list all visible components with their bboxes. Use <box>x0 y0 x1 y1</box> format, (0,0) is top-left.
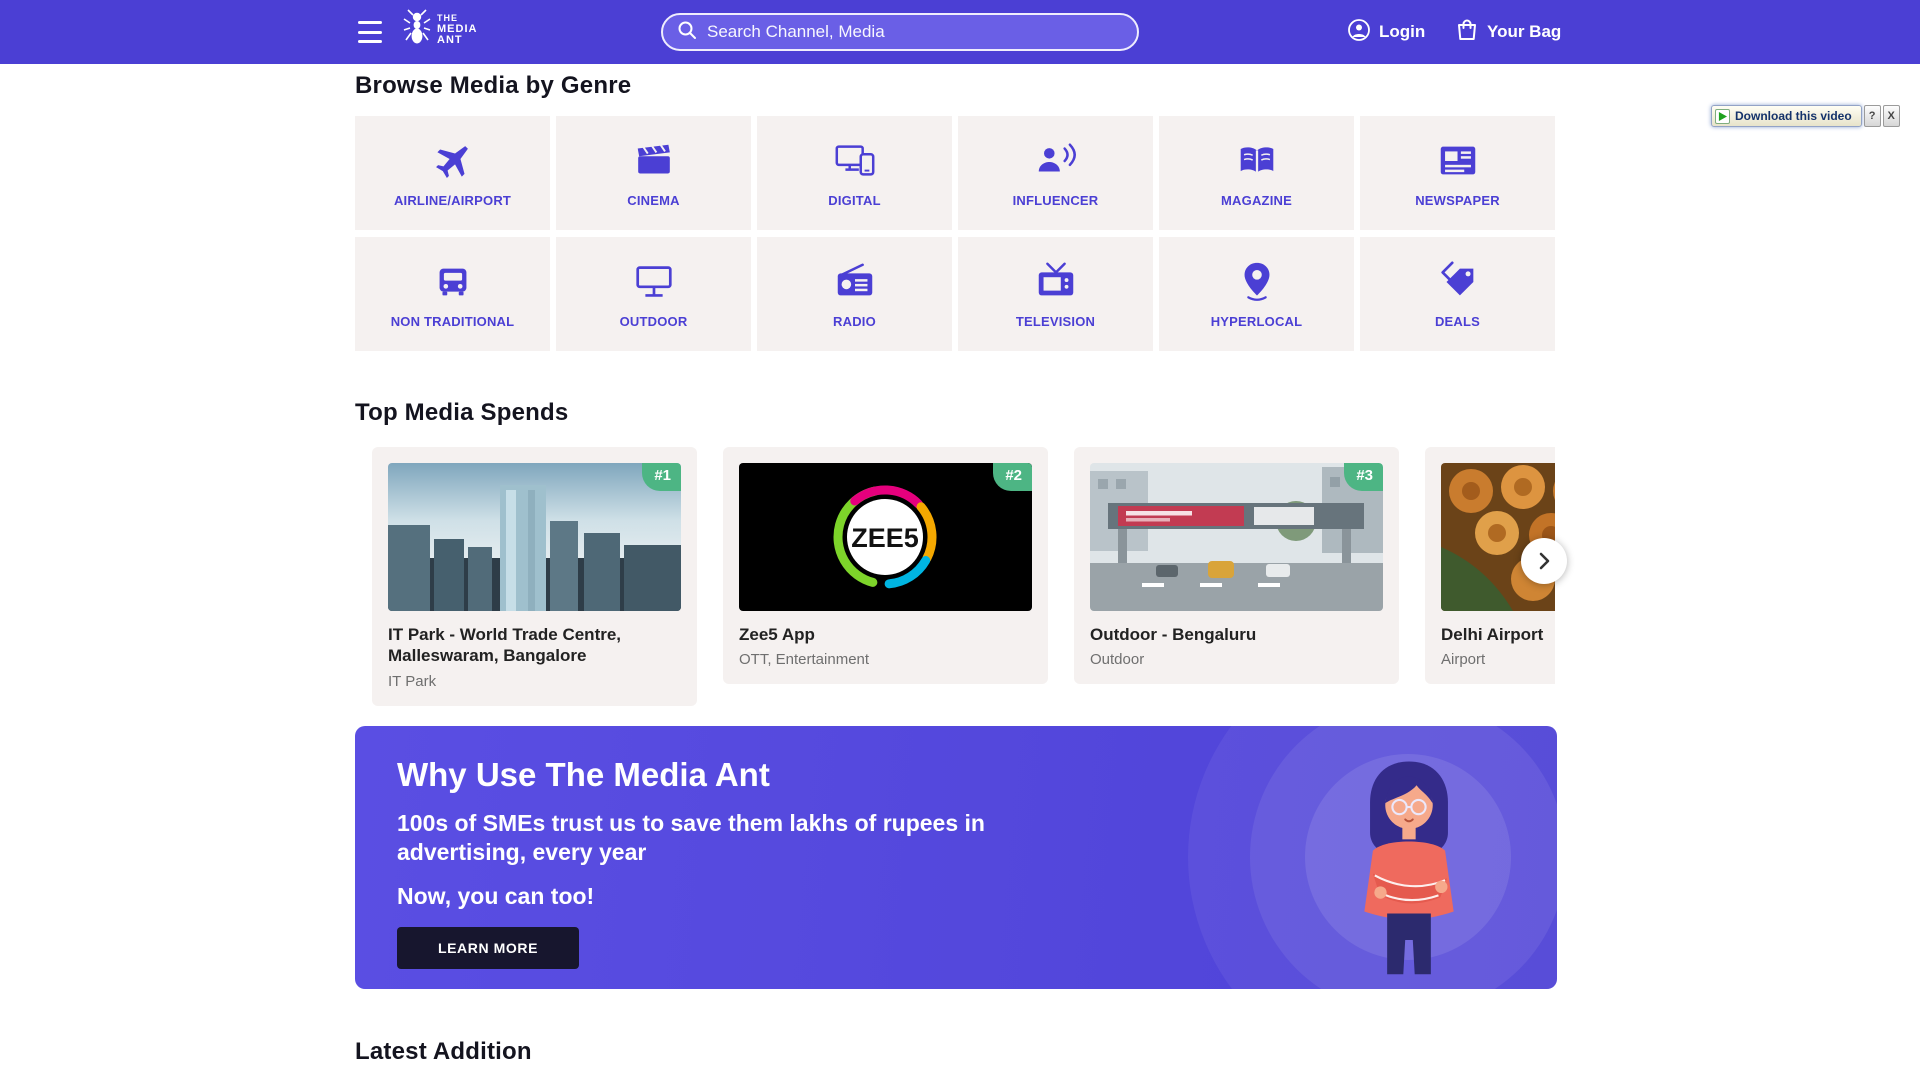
card-image-sweets <box>1441 463 1555 611</box>
promo-banner: Why Use The Media Ant 100s of SMEs trust… <box>355 726 1557 989</box>
bag-label: Your Bag <box>1487 22 1561 42</box>
tv-icon <box>1033 259 1079 305</box>
genre-label: HYPERLOCAL <box>1205 314 1309 329</box>
genre-label: DIGITAL <box>822 193 886 208</box>
genre-label: AIRLINE/AIRPORT <box>388 193 517 208</box>
download-video-button[interactable]: Download this video <box>1711 105 1862 127</box>
overlay-close-button[interactable]: X <box>1883 105 1900 127</box>
genre-card-deals[interactable]: DEALS <box>1360 237 1555 351</box>
brand-logo[interactable]: THE MEDIA ANT <box>402 9 477 52</box>
genres-section-title: Browse Media by Genre <box>355 72 631 100</box>
genre-grid: AIRLINE/AIRPORT CINEMA DI <box>355 116 1555 351</box>
media-card-title: IT Park - World Trade Centre, Malleswara… <box>388 624 681 667</box>
page: THE MEDIA ANT Login <box>0 0 1920 1080</box>
monitor-phone-icon <box>832 138 878 184</box>
media-card-zee5[interactable]: ZEE5 #2 Zee5 App OTT, Entertainment <box>723 447 1048 684</box>
rank-badge: #2 <box>993 463 1032 491</box>
media-card-outdoor-bengaluru[interactable]: #3 Outdoor - Bengaluru Outdoor <box>1074 447 1399 684</box>
media-card-subtitle: IT Park <box>388 673 681 690</box>
ant-icon <box>402 9 432 52</box>
genre-label: TELEVISION <box>1010 314 1101 329</box>
genre-card-cinema[interactable]: CINEMA <box>556 116 751 230</box>
genre-card-radio[interactable]: RADIO <box>757 237 952 351</box>
genre-card-hyperlocal[interactable]: HYPERLOCAL <box>1159 237 1354 351</box>
search-icon <box>677 20 697 45</box>
billboard-icon <box>631 259 677 305</box>
genre-card-digital[interactable]: DIGITAL <box>757 116 952 230</box>
genre-card-outdoor[interactable]: OUTDOOR <box>556 237 751 351</box>
newspaper-icon <box>1435 138 1481 184</box>
vehicle-icon <box>430 259 476 305</box>
search-bar[interactable] <box>661 13 1139 51</box>
shopping-bag-icon <box>1455 18 1479 47</box>
media-card-subtitle: Outdoor <box>1090 651 1383 668</box>
top-media-carousel: #1 IT Park - World Trade Centre, Mallesw… <box>355 447 1555 706</box>
genre-label: MAGAZINE <box>1215 193 1298 208</box>
media-card-title: Zee5 App <box>739 624 1032 645</box>
learn-more-button[interactable]: LEARN MORE <box>397 927 579 969</box>
rank-badge: #1 <box>642 463 681 491</box>
genre-card-television[interactable]: TELEVISION <box>958 237 1153 351</box>
top-media-section-title: Top Media Spends <box>355 399 568 427</box>
rank-badge: #3 <box>1344 463 1383 491</box>
latest-addition-section-title: Latest Addition <box>355 1038 532 1066</box>
svg-text:ZEE5: ZEE5 <box>851 523 919 553</box>
your-bag-button[interactable]: Your Bag <box>1455 0 1561 64</box>
genre-card-airline-airport[interactable]: AIRLINE/AIRPORT <box>355 116 550 230</box>
location-pin-icon <box>1234 259 1280 305</box>
card-image-cityscape: #1 <box>388 463 681 611</box>
banner-text-2: Now, you can too! <box>397 883 1027 910</box>
genre-card-non-traditional[interactable]: NON TRADITIONAL <box>355 237 550 351</box>
hamburger-menu-icon[interactable] <box>358 21 382 43</box>
genre-card-magazine[interactable]: MAGAZINE <box>1159 116 1354 230</box>
chevron-right-icon <box>1535 552 1553 570</box>
genre-label: CINEMA <box>621 193 685 208</box>
carousel-next-button[interactable] <box>1521 538 1567 584</box>
banner-text: 100s of SMEs trust us to save them lakhs… <box>397 809 1027 868</box>
media-card-it-park[interactable]: #1 IT Park - World Trade Centre, Mallesw… <box>372 447 697 706</box>
media-card-title: Outdoor - Bengaluru <box>1090 624 1383 645</box>
genre-label: NON TRADITIONAL <box>385 314 521 329</box>
carousel-viewport: #1 IT Park - World Trade Centre, Mallesw… <box>355 447 1555 706</box>
banner-title: Why Use The Media Ant <box>397 756 1027 794</box>
genre-card-influencer[interactable]: INFLUENCER <box>958 116 1153 230</box>
media-card-subtitle: Airport <box>1441 651 1555 668</box>
carousel-track: #1 IT Park - World Trade Centre, Mallesw… <box>355 447 1555 706</box>
genre-label: OUTDOOR <box>614 314 694 329</box>
clapperboard-icon <box>631 138 677 184</box>
download-video-label: Download this video <box>1735 109 1852 123</box>
media-card-title: Delhi Airport <box>1441 624 1555 645</box>
woman-illustration <box>1333 746 1485 989</box>
download-video-overlay: Download this video ? X <box>1711 105 1900 127</box>
search-input[interactable] <box>707 22 1123 42</box>
genre-label: RADIO <box>827 314 882 329</box>
genre-label: DEALS <box>1429 314 1486 329</box>
genre-card-newspaper[interactable]: NEWSPAPER <box>1360 116 1555 230</box>
overlay-help-button[interactable]: ? <box>1864 105 1881 127</box>
brand-logo-text: THE MEDIA ANT <box>437 14 477 47</box>
media-card-subtitle: OTT, Entertainment <box>739 651 1032 668</box>
top-navbar: THE MEDIA ANT Login <box>0 0 1920 64</box>
tags-icon <box>1435 259 1481 305</box>
genre-label: NEWSPAPER <box>1409 193 1506 208</box>
user-icon <box>1347 18 1371 47</box>
radio-icon <box>832 259 878 305</box>
airplane-icon <box>430 138 476 184</box>
card-image-street-billboard: #3 <box>1090 463 1383 611</box>
login-label: Login <box>1379 22 1425 42</box>
influencer-icon <box>1033 138 1079 184</box>
genre-label: INFLUENCER <box>1007 193 1105 208</box>
play-icon <box>1715 109 1730 124</box>
magazine-icon <box>1234 138 1280 184</box>
card-image-zee5-logo: ZEE5 #2 <box>739 463 1032 611</box>
login-button[interactable]: Login <box>1347 0 1425 64</box>
